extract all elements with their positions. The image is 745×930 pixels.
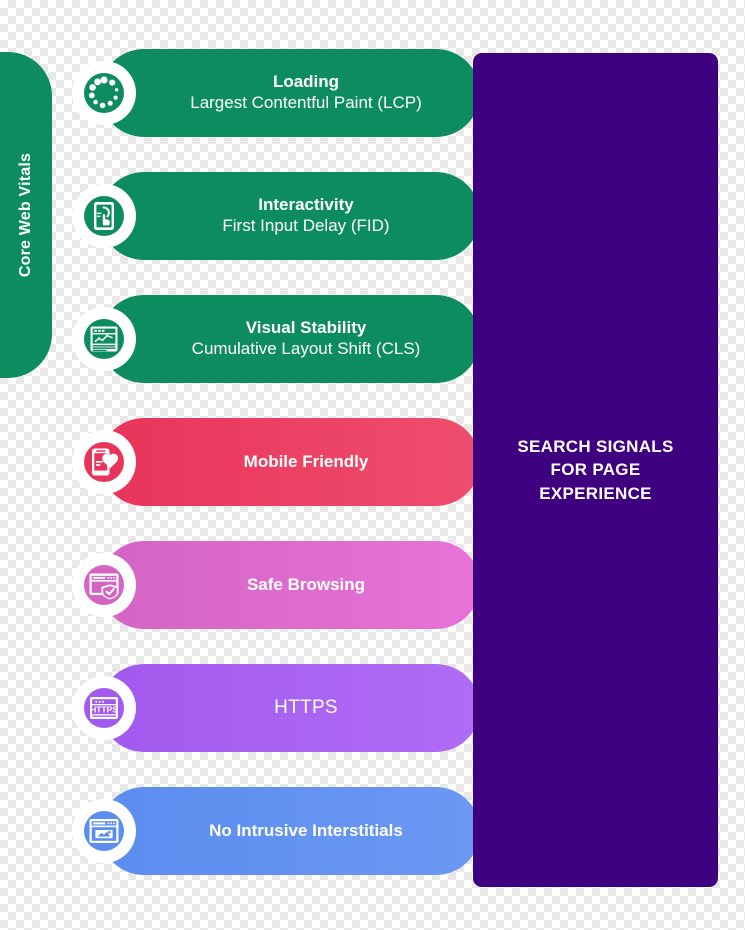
pill-visual-stability[interactable]: Visual Stability Cumulative Layout Shift …: [100, 295, 480, 383]
browser-chart-icon: [83, 318, 125, 360]
phone-heart-icon: [83, 441, 125, 483]
pill-title-loading: Loading: [272, 72, 340, 92]
pill-title-safe-browsing: Safe Browsing: [246, 574, 366, 594]
search-signals-panel-text: SEARCH SIGNALS FOR PAGE EXPERIENCE: [517, 435, 673, 505]
pill-mobile-friendly[interactable]: Mobile Friendly: [100, 418, 480, 506]
pill-text-loading: Loading Largest Contentful Paint (LCP): [190, 72, 422, 113]
pill-text-visual-stability: Visual Stability Cumulative Layout Shift …: [192, 318, 421, 359]
pill-title-visual-stability: Visual Stability: [245, 318, 367, 338]
pill-loading[interactable]: Loading Largest Contentful Paint (LCP): [100, 49, 480, 137]
pill-interactivity[interactable]: Interactivity First Input Delay (FID): [100, 172, 480, 260]
icon-badge-https: HTTPS: [72, 676, 136, 740]
panel-line-3: EXPERIENCE: [539, 483, 652, 503]
pill-safe-browsing[interactable]: Safe Browsing: [100, 541, 480, 629]
search-signals-panel: SEARCH SIGNALS FOR PAGE EXPERIENCE: [473, 53, 718, 887]
pill-no-intrusive-interstitials[interactable]: No Intrusive Interstitials: [100, 787, 480, 875]
panel-line-1: SEARCH SIGNALS: [517, 436, 674, 456]
pill-title-mobile-friendly: Mobile Friendly: [243, 451, 369, 471]
pill-text-safe-browsing: Safe Browsing: [247, 575, 365, 596]
icon-badge-interactivity: [72, 184, 136, 248]
panel-line-2: FOR PAGE: [550, 460, 641, 480]
pill-https[interactable]: HTTPS: [100, 664, 480, 752]
pill-text-mobile-friendly: Mobile Friendly: [244, 452, 369, 473]
icon-badge-no-intrusive-interstitials: [72, 799, 136, 863]
icon-badge-loading: [72, 61, 136, 125]
tap-hand-icon: [83, 195, 125, 237]
browser-shield-icon: [83, 564, 125, 606]
infographic-canvas: Core Web Vitals Loading Largest Contentfu…: [0, 0, 745, 930]
pill-subtitle-visual-stability: Cumulative Layout Shift (CLS): [191, 339, 421, 358]
pill-title-interactivity: Interactivity: [258, 195, 354, 215]
pill-subtitle-loading: Largest Contentful Paint (LCP): [190, 93, 422, 112]
icon-badge-mobile-friendly: [72, 430, 136, 494]
icon-badge-visual-stability: [72, 307, 136, 371]
pill-text-no-intrusive-interstitials: No Intrusive Interstitials: [209, 821, 403, 842]
pill-text-https: HTTPS: [274, 696, 338, 719]
browser-popup-icon: [83, 810, 125, 852]
svg-text:HTTPS: HTTPS: [90, 704, 118, 714]
https-browser-icon: HTTPS: [83, 687, 125, 729]
core-web-vitals-band: Core Web Vitals: [0, 52, 52, 378]
core-web-vitals-label: Core Web Vitals: [17, 152, 34, 278]
icon-badge-safe-browsing: [72, 553, 136, 617]
spinner-icon: [83, 72, 125, 114]
pill-title-https: HTTPS: [274, 697, 338, 719]
pill-text-interactivity: Interactivity First Input Delay (FID): [222, 195, 389, 236]
pill-title-no-intrusive-interstitials: No Intrusive Interstitials: [209, 820, 403, 840]
pill-subtitle-interactivity: First Input Delay (FID): [222, 216, 390, 235]
